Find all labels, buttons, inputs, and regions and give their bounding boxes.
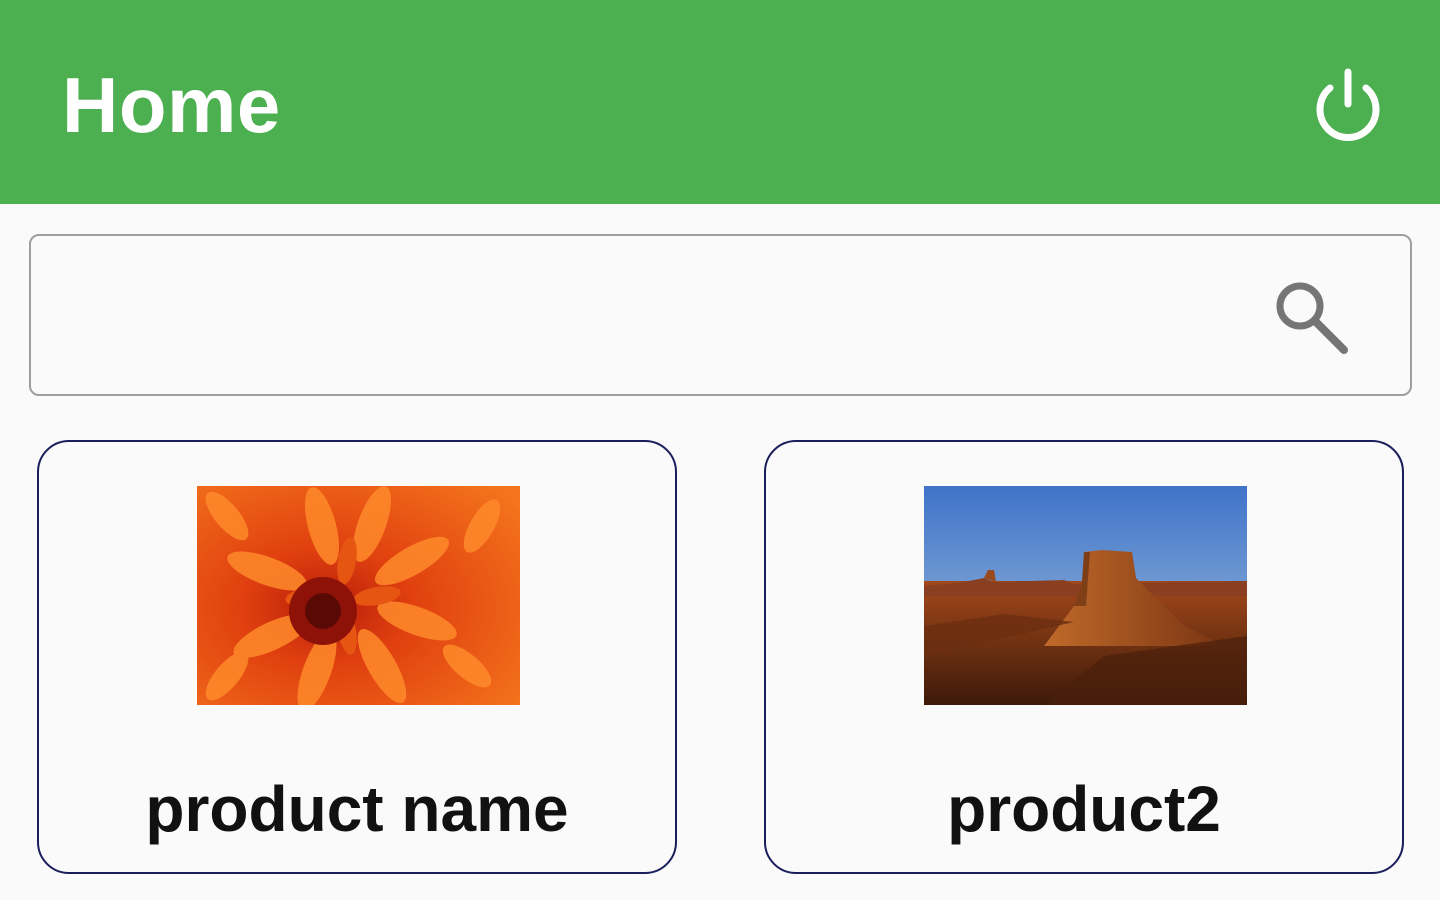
search-icon[interactable] bbox=[1270, 276, 1356, 362]
product-card[interactable]: product2 bbox=[764, 440, 1404, 874]
product-image bbox=[197, 486, 520, 705]
search-field[interactable] bbox=[29, 234, 1412, 396]
product-image bbox=[924, 486, 1247, 705]
search-input[interactable] bbox=[51, 256, 1271, 376]
logout-button[interactable] bbox=[1306, 64, 1390, 148]
product-name: product name bbox=[145, 773, 569, 845]
desert-image bbox=[924, 486, 1247, 705]
app-bar: Home bbox=[0, 0, 1440, 204]
product-name: product2 bbox=[947, 773, 1221, 845]
product-card[interactable]: product name bbox=[37, 440, 677, 874]
power-icon bbox=[1316, 68, 1380, 141]
flower-image bbox=[197, 486, 520, 705]
page-title: Home bbox=[62, 61, 281, 149]
